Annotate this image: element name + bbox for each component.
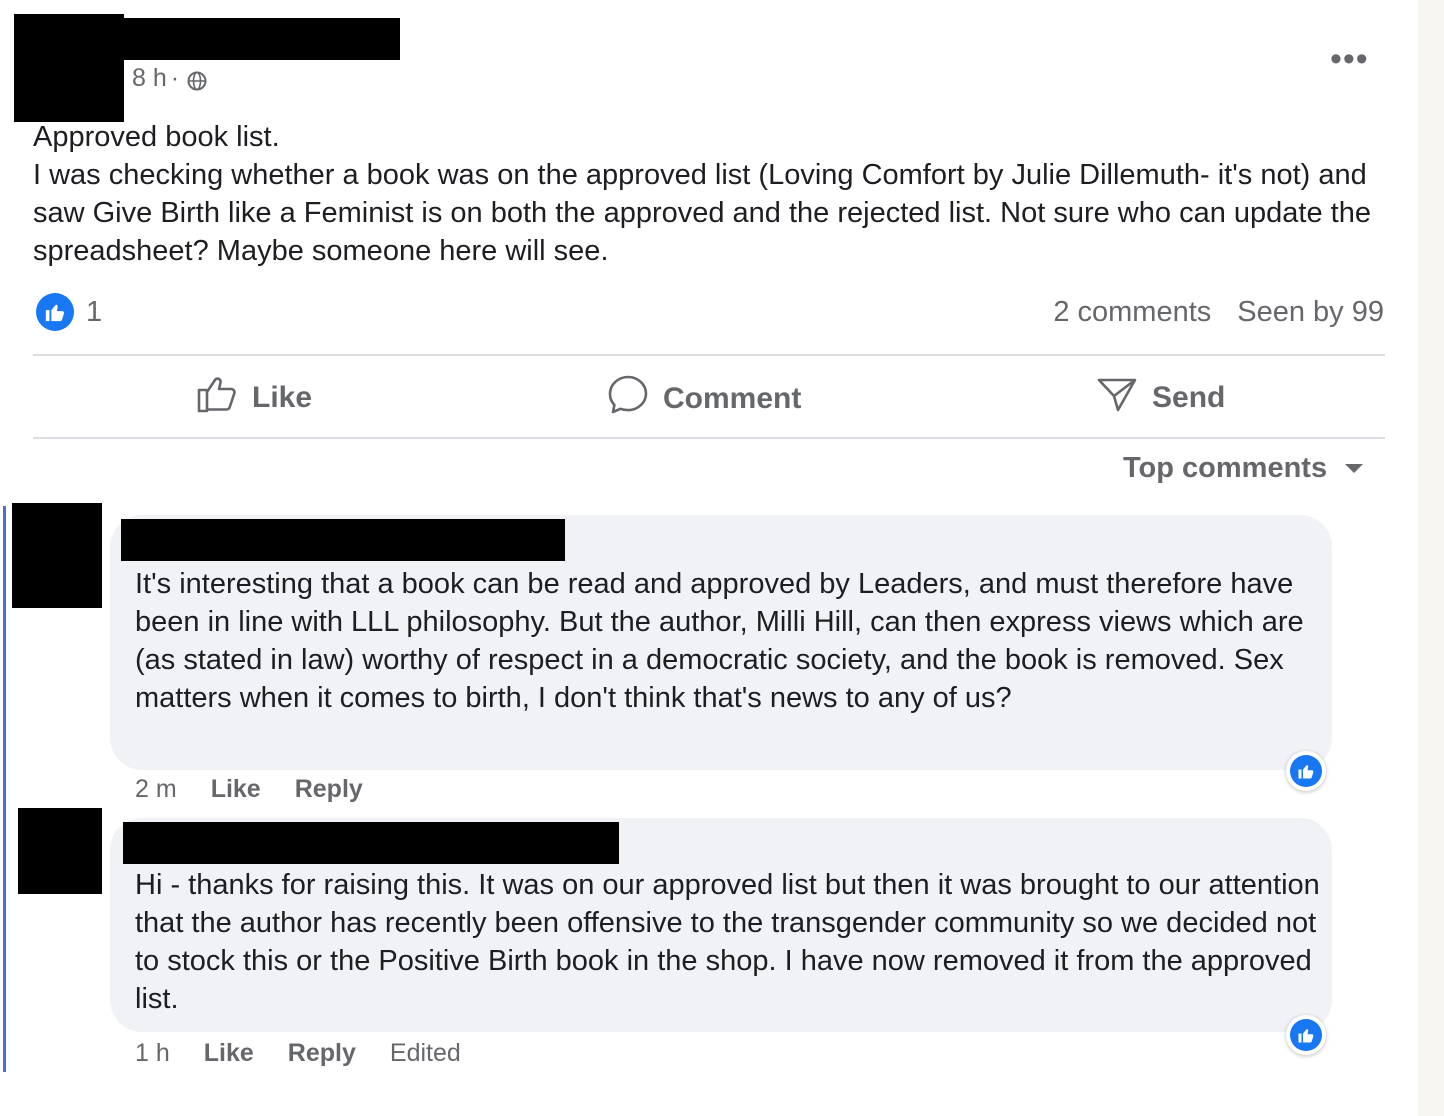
post-timestamp[interactable]: 8 h: [132, 64, 167, 93]
reaction-count: 1: [86, 295, 103, 328]
divider-top: [33, 354, 1385, 356]
comment-button[interactable]: Comment: [607, 374, 801, 424]
comment-bubble-icon: [607, 374, 649, 424]
like-button[interactable]: Like: [196, 374, 312, 422]
post-meta: 8 h ·: [132, 64, 207, 93]
comment-time[interactable]: 2 m: [135, 775, 177, 804]
thumbs-up-icon: [196, 374, 238, 422]
comment-actions: 2 m Like Reply: [135, 775, 363, 804]
seen-by-link[interactable]: Seen by 99: [1237, 296, 1384, 329]
comment-text: It's interesting that a book can be read…: [135, 568, 1304, 714]
post-text: Approved book list. I was checking wheth…: [33, 118, 1393, 270]
send-label: Send: [1152, 381, 1226, 414]
comment-sort-dropdown[interactable]: Top comments: [1123, 452, 1364, 485]
send-button[interactable]: Send: [1096, 374, 1225, 422]
comment-label: Comment: [663, 382, 802, 415]
like-label: Like: [252, 381, 313, 414]
comment-sort-label: Top comments: [1123, 452, 1328, 484]
post-stats: 2 comments Seen by 99: [1053, 296, 1384, 329]
page-edge-strip: [1418, 0, 1444, 1116]
redacted-commenter-name: [121, 519, 565, 561]
more-options-icon[interactable]: •••: [1330, 40, 1369, 79]
post-body: I was checking whether a book was on the…: [33, 159, 1371, 267]
like-reaction-icon: [36, 293, 74, 331]
like-reaction-icon: [1290, 755, 1322, 787]
redacted-commenter-avatar: [12, 503, 102, 608]
chevron-down-icon: [1345, 464, 1364, 473]
send-icon: [1096, 374, 1138, 422]
globe-icon: [187, 69, 207, 90]
comment-actions: 1 h Like Reply Edited: [135, 1039, 461, 1068]
divider-bottom: [33, 437, 1385, 439]
comment-reply-button[interactable]: Reply: [288, 1039, 356, 1068]
comment-reaction-badge[interactable]: [1286, 1015, 1326, 1055]
comment-text: Hi - thanks for raising this. It was on …: [135, 869, 1320, 1015]
comment-like-button[interactable]: Like: [204, 1039, 254, 1068]
comments-count-link[interactable]: 2 comments: [1053, 296, 1211, 329]
comment-like-button[interactable]: Like: [211, 775, 261, 804]
post-title: Approved book list.: [33, 121, 280, 153]
like-reaction-icon: [1290, 1019, 1322, 1051]
comment-reaction-badge[interactable]: [1286, 751, 1326, 791]
comment-reply-button[interactable]: Reply: [295, 775, 363, 804]
redacted-author-name: [100, 18, 400, 60]
reaction-summary[interactable]: 1: [36, 293, 102, 331]
redacted-commenter-avatar: [18, 808, 102, 894]
comment-time[interactable]: 1 h: [135, 1039, 170, 1068]
redacted-commenter-name: [123, 822, 619, 864]
comment-edited-label[interactable]: Edited: [390, 1039, 461, 1068]
thread-line: [3, 506, 6, 1072]
meta-separator: ·: [170, 64, 180, 92]
